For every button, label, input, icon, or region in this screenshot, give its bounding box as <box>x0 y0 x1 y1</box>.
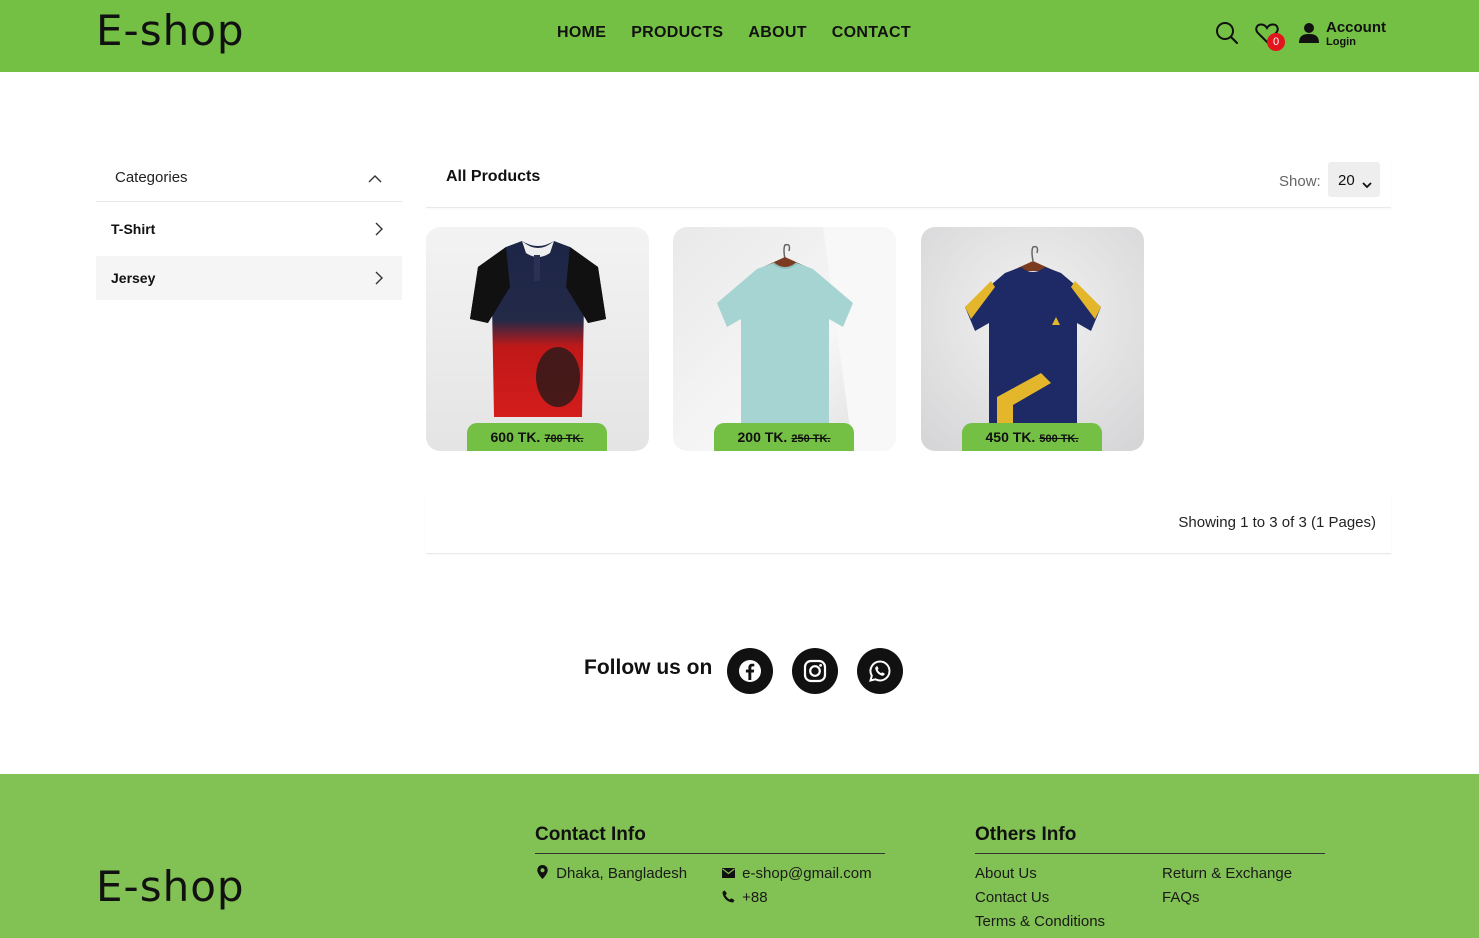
footer-link-about[interactable]: About Us <box>975 865 1037 882</box>
show-count-value: 20 <box>1338 172 1355 189</box>
phone-icon <box>722 890 736 907</box>
show-count-select[interactable]: 20 <box>1328 162 1380 197</box>
others-info-title: Others Info <box>975 824 1325 854</box>
site-logo[interactable]: E-shop <box>96 6 245 55</box>
current-price: 450 TK. <box>985 429 1036 445</box>
chevron-right-icon <box>374 222 384 241</box>
whatsapp-icon[interactable] <box>857 648 903 694</box>
show-label: Show: <box>1279 173 1321 190</box>
chevron-right-icon <box>374 271 384 290</box>
account-menu[interactable]: Account Login <box>1326 20 1386 49</box>
search-icon[interactable] <box>1214 20 1240 46</box>
phone-row: +88 <box>722 889 768 907</box>
footer-logo[interactable]: E-shop <box>96 862 245 911</box>
price-tag: 200 TK. 250 TK. <box>714 423 854 451</box>
current-price: 600 TK. <box>490 429 541 445</box>
login-link[interactable]: Login <box>1326 36 1386 49</box>
product-card[interactable]: 450 TK. 500 TK. <box>921 227 1144 451</box>
envelope-icon <box>722 865 736 882</box>
nav-contact[interactable]: CONTACT <box>832 24 911 42</box>
category-item-jersey[interactable]: Jersey <box>96 256 402 300</box>
categories-header[interactable]: Categories <box>96 154 402 202</box>
old-price: 250 TK. <box>791 433 831 445</box>
footer-link-return[interactable]: Return & Exchange <box>1162 865 1292 882</box>
products-toolbar: All Products Show: 20 <box>426 156 1391 208</box>
nav-products[interactable]: PRODUCTS <box>631 24 723 42</box>
category-item-tshirt[interactable]: T-Shirt <box>96 207 402 251</box>
mint-tshirt-image <box>717 227 896 451</box>
site-footer: E-shop Contact Info Dhaka, Bangladesh e-… <box>0 774 1479 938</box>
nav-about[interactable]: ABOUT <box>748 24 806 42</box>
address-row: Dhaka, Bangladesh <box>537 865 687 883</box>
pagination-summary: Showing 1 to 3 of 3 (1 Pages) <box>1178 514 1376 531</box>
user-icon[interactable] <box>1298 22 1324 48</box>
phone-link[interactable]: +88 <box>742 889 767 906</box>
price-tag: 600 TK. 700 TK. <box>467 423 607 451</box>
email-row: e-shop@gmail.com <box>722 865 872 882</box>
address-text: Dhaka, Bangladesh <box>556 865 688 882</box>
product-card[interactable]: 200 TK. 250 TK. <box>673 227 896 451</box>
contact-info-title: Contact Info <box>535 824 885 854</box>
email-link[interactable]: e-shop@gmail.com <box>742 865 871 882</box>
main-nav: HOME PRODUCTS ABOUT CONTACT <box>557 24 911 42</box>
chevron-up-icon[interactable] <box>368 171 382 189</box>
facebook-icon[interactable] <box>727 648 773 694</box>
account-label: Account <box>1326 19 1386 36</box>
chevron-down-icon <box>1362 176 1372 193</box>
old-price: 700 TK. <box>544 433 584 445</box>
footer-link-faqs[interactable]: FAQs <box>1162 889 1200 906</box>
current-price: 200 TK. <box>737 429 788 445</box>
site-header: E-shop HOME PRODUCTS ABOUT CONTACT 0 Acc… <box>0 0 1479 72</box>
category-label: T-Shirt <box>111 221 156 237</box>
pagination-bar: Showing 1 to 3 of 3 (1 Pages) <box>426 494 1391 554</box>
navy-yellow-tshirt-image <box>965 245 1101 423</box>
location-pin-icon <box>537 865 549 883</box>
old-price: 500 TK. <box>1039 433 1079 445</box>
product-card[interactable]: 600 TK. 700 TK. <box>426 227 649 451</box>
follow-us-label: Follow us on <box>584 656 713 679</box>
footer-link-terms[interactable]: Terms & Conditions <box>975 913 1105 930</box>
category-label: Jersey <box>111 270 156 286</box>
instagram-icon[interactable] <box>792 648 838 694</box>
wishlist-count-badge: 0 <box>1267 33 1285 51</box>
products-title: All Products <box>446 168 541 185</box>
nav-home[interactable]: HOME <box>557 24 606 42</box>
categories-title: Categories <box>115 169 188 186</box>
price-tag: 450 TK. 500 TK. <box>962 423 1102 451</box>
footer-link-contact[interactable]: Contact Us <box>975 889 1049 906</box>
red-black-jersey-image <box>470 241 606 417</box>
